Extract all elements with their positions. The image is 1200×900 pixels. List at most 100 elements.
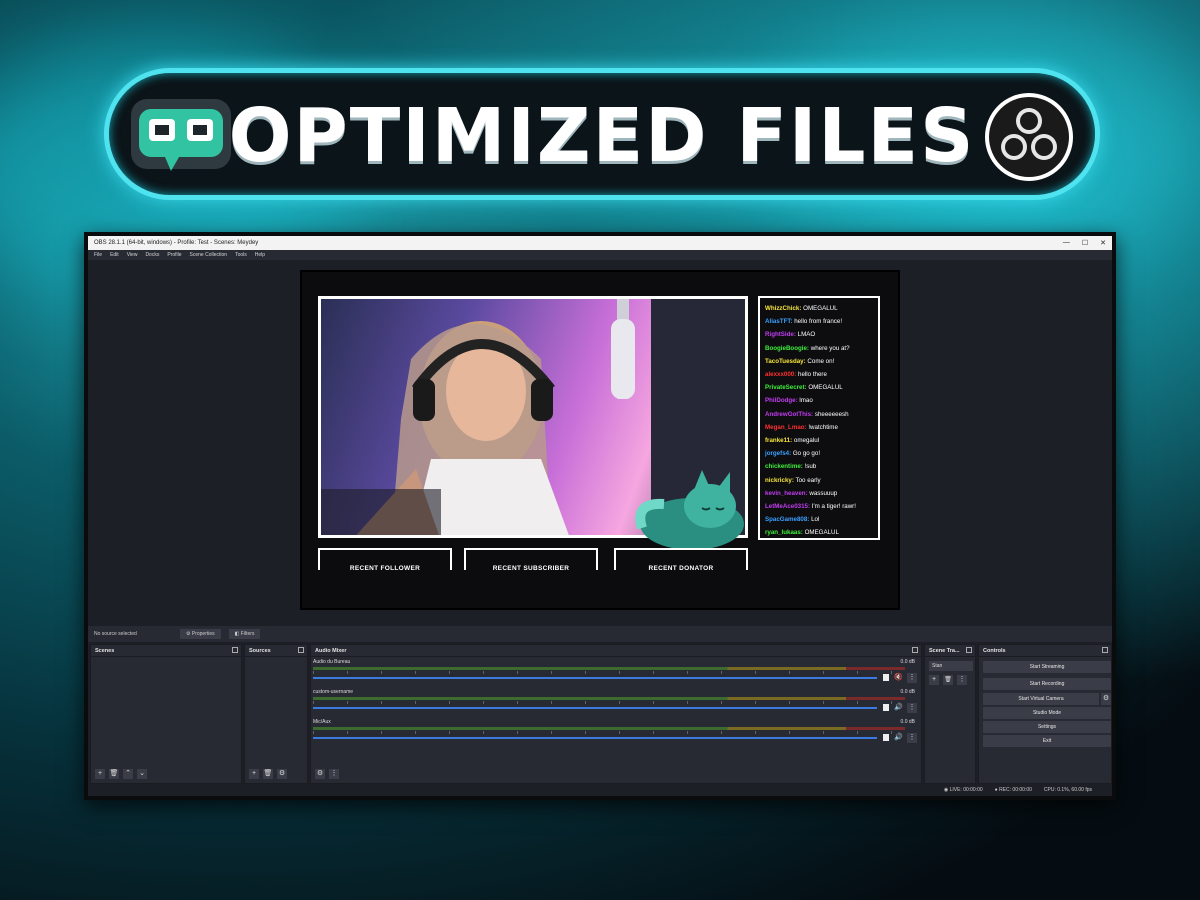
- scene-transitions-dock: Scene Tra... Stan + 🗑 ⋮: [924, 644, 976, 784]
- chat-text: where you at?: [809, 344, 850, 352]
- transitions-title: Scene Tra...: [929, 648, 960, 654]
- chat-username: TacoTuesday:: [765, 357, 806, 365]
- recent-subscriber-label: RECENT SUBSCRIBER: [492, 565, 570, 572]
- chat-text: OMEGALUL: [801, 305, 838, 312]
- virtual-camera-settings-icon[interactable]: ⚙: [1101, 693, 1111, 705]
- recent-donator-label: RECENT DONATOR: [648, 565, 714, 572]
- properties-button[interactable]: ⚙ Properties: [180, 629, 221, 639]
- chat-username: nickricky:: [765, 476, 794, 484]
- slider-handle[interactable]: [883, 704, 889, 711]
- chat-username: PrivateSecret:: [765, 384, 807, 392]
- mixer-menu-button[interactable]: ⋮: [329, 769, 339, 779]
- obs-window: OBS 28.1.1 (64-bit, windows) - Profile: …: [84, 232, 1116, 800]
- settings-button[interactable]: Settings: [983, 721, 1111, 733]
- chat-message: AndrewGotThis: sheeeeeesh: [765, 408, 873, 421]
- source-status: No source selected: [94, 631, 137, 637]
- move-up-button[interactable]: ⌃: [123, 769, 133, 779]
- move-down-button[interactable]: ⌄: [137, 769, 147, 779]
- volume-slider[interactable]: [313, 737, 877, 739]
- sources-title: Sources: [249, 648, 271, 654]
- channel-name: Mic/Aux: [313, 719, 331, 725]
- chat-message: AliasTFT: hello from france!: [765, 315, 873, 328]
- chat-text: !sub: [802, 463, 817, 471]
- menu-view[interactable]: View: [127, 252, 138, 258]
- volume-meter: [313, 667, 905, 670]
- rec-time: REC: 00:00:00: [999, 787, 1032, 793]
- chat-message: ryan_lukaas: OMEGALUL: [765, 526, 873, 539]
- menu-docks[interactable]: Docks: [145, 252, 159, 258]
- chat-message: franke11: omegalul: [765, 434, 873, 447]
- window-title: OBS 28.1.1 (64-bit, windows) - Profile: …: [94, 240, 259, 246]
- chat-message: chickentime: !sub: [765, 460, 873, 473]
- remove-scene-button[interactable]: 🗑: [109, 769, 119, 779]
- mixer-settings-button[interactable]: ⚙: [315, 769, 325, 779]
- undock-icon[interactable]: [298, 647, 304, 653]
- start-recording-button[interactable]: Start Recording: [983, 678, 1111, 690]
- channel-menu-button[interactable]: ⋮: [907, 703, 917, 713]
- live-time: LIVE: 00:00:00: [949, 787, 983, 793]
- menu-help[interactable]: Help: [255, 252, 265, 258]
- controls-dock: Controls Start Streaming Start Recording…: [978, 644, 1112, 784]
- mixer-channel: Audio du Bureau 0.0 dB 🔇 ⋮: [313, 659, 917, 685]
- speaker-icon[interactable]: 🔊: [894, 733, 903, 741]
- chat-message: nickricky: Too early: [765, 474, 873, 487]
- start-virtual-camera-button[interactable]: Start Virtual Camera: [983, 693, 1099, 705]
- cat-mascot-icon: [635, 470, 744, 550]
- add-scene-button[interactable]: +: [95, 769, 105, 779]
- filters-label: Filters: [240, 631, 255, 637]
- chat-text: lmao: [797, 397, 813, 405]
- speaker-icon[interactable]: 🔊: [894, 703, 903, 711]
- menu-file[interactable]: File: [94, 252, 102, 258]
- chat-message: LetMeAce0315: I'm a tiger! rawr!: [765, 500, 873, 513]
- status-bar: ◉ LIVE: 00:00:00 ● REC: 00:00:00 CPU: 0.…: [88, 784, 1112, 796]
- scenes-dock: Scenes + 🗑 ⌃ ⌄: [90, 644, 242, 784]
- chat-text: !watchtime: [806, 423, 838, 431]
- muted-speaker-icon[interactable]: 🔇: [894, 673, 903, 681]
- source-settings-button[interactable]: ⚙: [277, 769, 287, 779]
- chat-username: chickentime:: [765, 463, 803, 471]
- channel-name: custom-username: [313, 689, 354, 695]
- mixer-channel: custom-username 0.0 dB 🔊 ⋮: [313, 689, 917, 715]
- chat-text: OMEGALUL: [802, 529, 839, 537]
- filters-button[interactable]: ◧ Filters: [228, 629, 261, 639]
- meter-scale: [313, 731, 905, 734]
- menu-profile[interactable]: Profile: [167, 252, 181, 258]
- chat-username: RightSide:: [765, 331, 796, 339]
- remove-transition-button[interactable]: 🗑: [943, 675, 953, 685]
- menu-tools[interactable]: Tools: [235, 252, 247, 258]
- exit-button[interactable]: Exit: [983, 735, 1111, 747]
- maximize-icon[interactable]: ☐: [1082, 239, 1088, 247]
- add-transition-button[interactable]: +: [929, 675, 939, 685]
- undock-icon[interactable]: [966, 647, 972, 653]
- chat-text: wassuuup: [807, 489, 838, 497]
- minimize-icon[interactable]: —: [1063, 239, 1070, 247]
- add-source-button[interactable]: +: [249, 769, 259, 779]
- preview-canvas[interactable]: WhizzChick: OMEGALUL AliasTFT: hello from…: [300, 270, 900, 610]
- menu-scene-collection[interactable]: Scene Collection: [190, 252, 228, 258]
- chat-username: Megan_Lmao:: [765, 423, 807, 431]
- sources-dock: Sources + 🗑 ⚙: [244, 644, 308, 784]
- menu-edit[interactable]: Edit: [110, 252, 119, 258]
- scenes-title: Scenes: [95, 648, 115, 654]
- transition-select[interactable]: Stan: [929, 661, 973, 671]
- chat-username: PhilDodge:: [765, 397, 798, 405]
- channel-menu-button[interactable]: ⋮: [907, 673, 917, 683]
- channel-menu-button[interactable]: ⋮: [907, 733, 917, 743]
- studio-mode-button[interactable]: Studio Mode: [983, 707, 1111, 719]
- obs-logo-icon: [985, 93, 1073, 181]
- undock-icon[interactable]: [912, 647, 918, 653]
- undock-icon[interactable]: [232, 647, 238, 653]
- window-titlebar: OBS 28.1.1 (64-bit, windows) - Profile: …: [88, 236, 1112, 250]
- undock-icon[interactable]: [1102, 647, 1108, 653]
- remove-source-button[interactable]: 🗑: [263, 769, 273, 779]
- close-icon[interactable]: ✕: [1100, 239, 1106, 247]
- volume-slider[interactable]: [313, 677, 877, 679]
- banner-title: OPTIMIZED FILES: [228, 93, 976, 179]
- start-streaming-button[interactable]: Start Streaming: [983, 661, 1111, 673]
- transition-menu-button[interactable]: ⋮: [957, 675, 967, 685]
- chat-username: LetMeAce0315:: [765, 503, 811, 511]
- volume-slider[interactable]: [313, 707, 877, 709]
- chat-text: Go go go!: [791, 450, 821, 458]
- slider-handle[interactable]: [883, 734, 889, 741]
- slider-handle[interactable]: [883, 674, 889, 681]
